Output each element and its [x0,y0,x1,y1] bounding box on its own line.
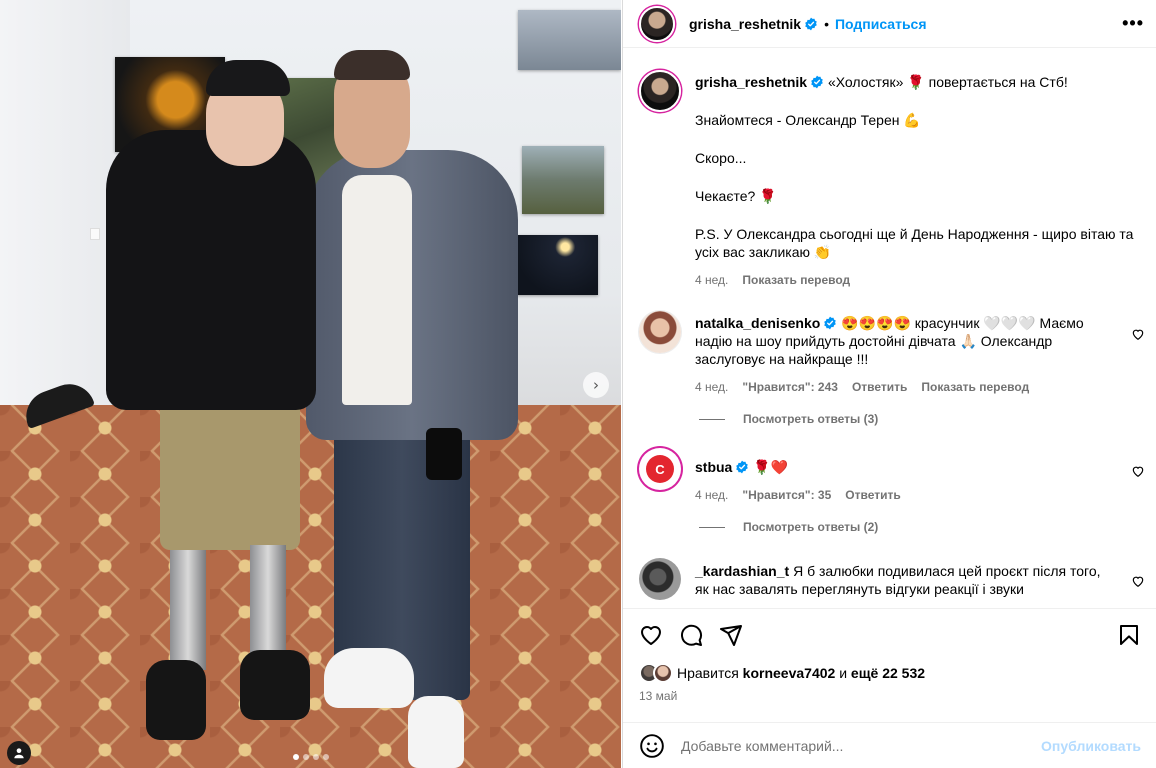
verified-badge-icon [805,17,817,30]
post-side-panel: grisha_reshetnik • Подписаться ••• grish… [622,0,1156,768]
carousel-dot [302,754,309,760]
instagram-post-viewer: › grisha_reshetnik • Подписаться ••• gri… [0,0,1156,768]
painting-label [90,228,100,240]
post-header: grisha_reshetnik • Подписаться ••• [623,0,1156,48]
comment: natalka_denisenko 😍😍😍😍 красунчик 🤍🤍🤍 Має… [623,311,1156,396]
chevron-right-icon: › [593,376,599,394]
comment-time[interactable]: 4 нед. [695,486,728,504]
photo-floor [0,405,621,768]
comments-list[interactable]: grisha_reshetnik «Холостяк» 🌹 повертаєть… [623,58,1156,608]
comment-author-username[interactable]: stbua [695,459,732,475]
verified-badge-icon [736,460,749,474]
caption-time[interactable]: 4 нед. [695,271,728,289]
comment-reply-button[interactable]: Ответить [852,378,907,396]
painting [522,146,604,214]
comment-time[interactable]: 4 нед. [695,378,728,396]
view-replies-button[interactable]: Посмотреть ответы (3) [699,412,1156,426]
person-right-phone [426,428,462,480]
likes-prefix: Нравится [677,665,739,681]
person-right-hair [334,50,410,80]
caption-translate-link[interactable]: Показать перевод [742,271,850,289]
comment-text: 🌹❤️ [753,459,789,475]
comment-bubble-icon[interactable] [679,623,703,647]
comment-meta: 4 нед. "Нравится": 243 Ответить Показать… [695,378,1113,396]
person-left-shoe [146,660,206,740]
comment-author-avatar[interactable] [639,311,681,353]
carousel-dot [322,754,329,760]
comment-likes[interactable]: "Нравится": 35 [742,486,831,504]
person-left-hoodie [106,130,316,410]
author-avatar[interactable] [639,5,675,42]
comment: _kardashian_t Я б залюбки подивилася цей… [623,558,1156,600]
emoji-picker-icon[interactable] [639,733,665,759]
caption: grisha_reshetnik «Холостяк» 🌹 повертаєть… [623,70,1156,289]
comment-composer: Опубликовать [623,722,1156,768]
comment-translate-link[interactable]: Показать перевод [921,378,1029,396]
painting [516,235,598,295]
post-actions: Нравится korneeva7402 и ещё 22 532 13 ма… [623,608,1156,722]
post-photo[interactable]: › [0,0,621,768]
stb-logo: C [646,455,674,483]
carousel-dot [312,754,319,760]
replies-line [699,418,725,420]
verified-badge-icon [811,75,823,89]
tagged-users-button[interactable] [7,741,31,765]
share-send-icon[interactable] [719,623,743,647]
person-left-prosthetic-leg [170,550,206,670]
likes-count[interactable]: ещё 22 532 [851,665,925,681]
comment: C stbua 🌹❤️ 4 нед. "Нравится": 35 Ответи… [623,448,1156,504]
caption-line: P.S. У Олександра сьогодні ще й День Нар… [695,226,1134,260]
comment-author-username[interactable]: _kardashian_t [695,563,789,579]
caption-author-username[interactable]: grisha_reshetnik [695,74,807,90]
action-icons [623,609,1156,647]
like-comment-heart-icon[interactable] [1131,574,1145,588]
comment-reply-button[interactable]: Ответить [845,486,900,504]
liker-avatar[interactable] [653,663,673,683]
view-replies-label: Посмотреть ответы (3) [743,412,879,426]
bookmark-icon[interactable] [1117,623,1141,647]
carousel-next-button[interactable]: › [583,372,609,398]
view-replies-label: Посмотреть ответы (2) [743,520,879,534]
like-comment-heart-icon[interactable] [1131,327,1145,341]
painting [518,10,621,70]
person-left-shorts [160,395,300,550]
verified-badge-icon [824,316,837,330]
caption-line: Чекаєте? 🌹 [695,188,777,204]
liker-username[interactable]: korneeva7402 [743,665,836,681]
post-date[interactable]: 13 май [623,683,1156,703]
caption-line: Знайомтеся - Олександр Терен 💪 [695,112,921,128]
author-username[interactable]: grisha_reshetnik [689,16,801,32]
comment-author-username[interactable]: natalka_denisenko [695,315,820,331]
carousel-dots [0,754,621,760]
comment-input[interactable] [681,737,1042,754]
comment-meta: 4 нед. "Нравится": 35 Ответить [695,486,1113,504]
more-options-icon[interactable]: ••• [1122,13,1144,34]
follow-button[interactable]: Подписаться [835,16,927,32]
person-right-jacket [306,150,518,440]
like-heart-icon[interactable] [639,623,663,647]
person-right-shoe [324,648,414,708]
caption-line: Скоро... [695,150,747,166]
caption-meta: 4 нед. Показать перевод [695,271,1141,289]
likes-summary: Нравится korneeva7402 и ещё 22 532 [623,647,1156,683]
person-right-shirt [342,175,412,405]
comment-author-avatar[interactable] [639,558,681,600]
like-comment-heart-icon[interactable] [1131,464,1145,478]
publish-button[interactable]: Опубликовать [1041,738,1141,754]
comment-author-avatar[interactable]: C [639,448,681,490]
comment-likes[interactable]: "Нравится": 243 [742,378,838,396]
view-replies-button[interactable]: Посмотреть ответы (2) [699,520,1156,534]
person-left-shoe [240,650,310,720]
caption-author-avatar[interactable] [639,70,681,112]
replies-line [699,526,725,528]
person-left-cap [206,60,290,96]
caption-line: «Холостяк» 🌹 повертається на Стб! [827,74,1068,90]
likes-middle: и [839,665,848,681]
separator-dot: • [824,15,829,32]
carousel-dot [292,754,299,760]
